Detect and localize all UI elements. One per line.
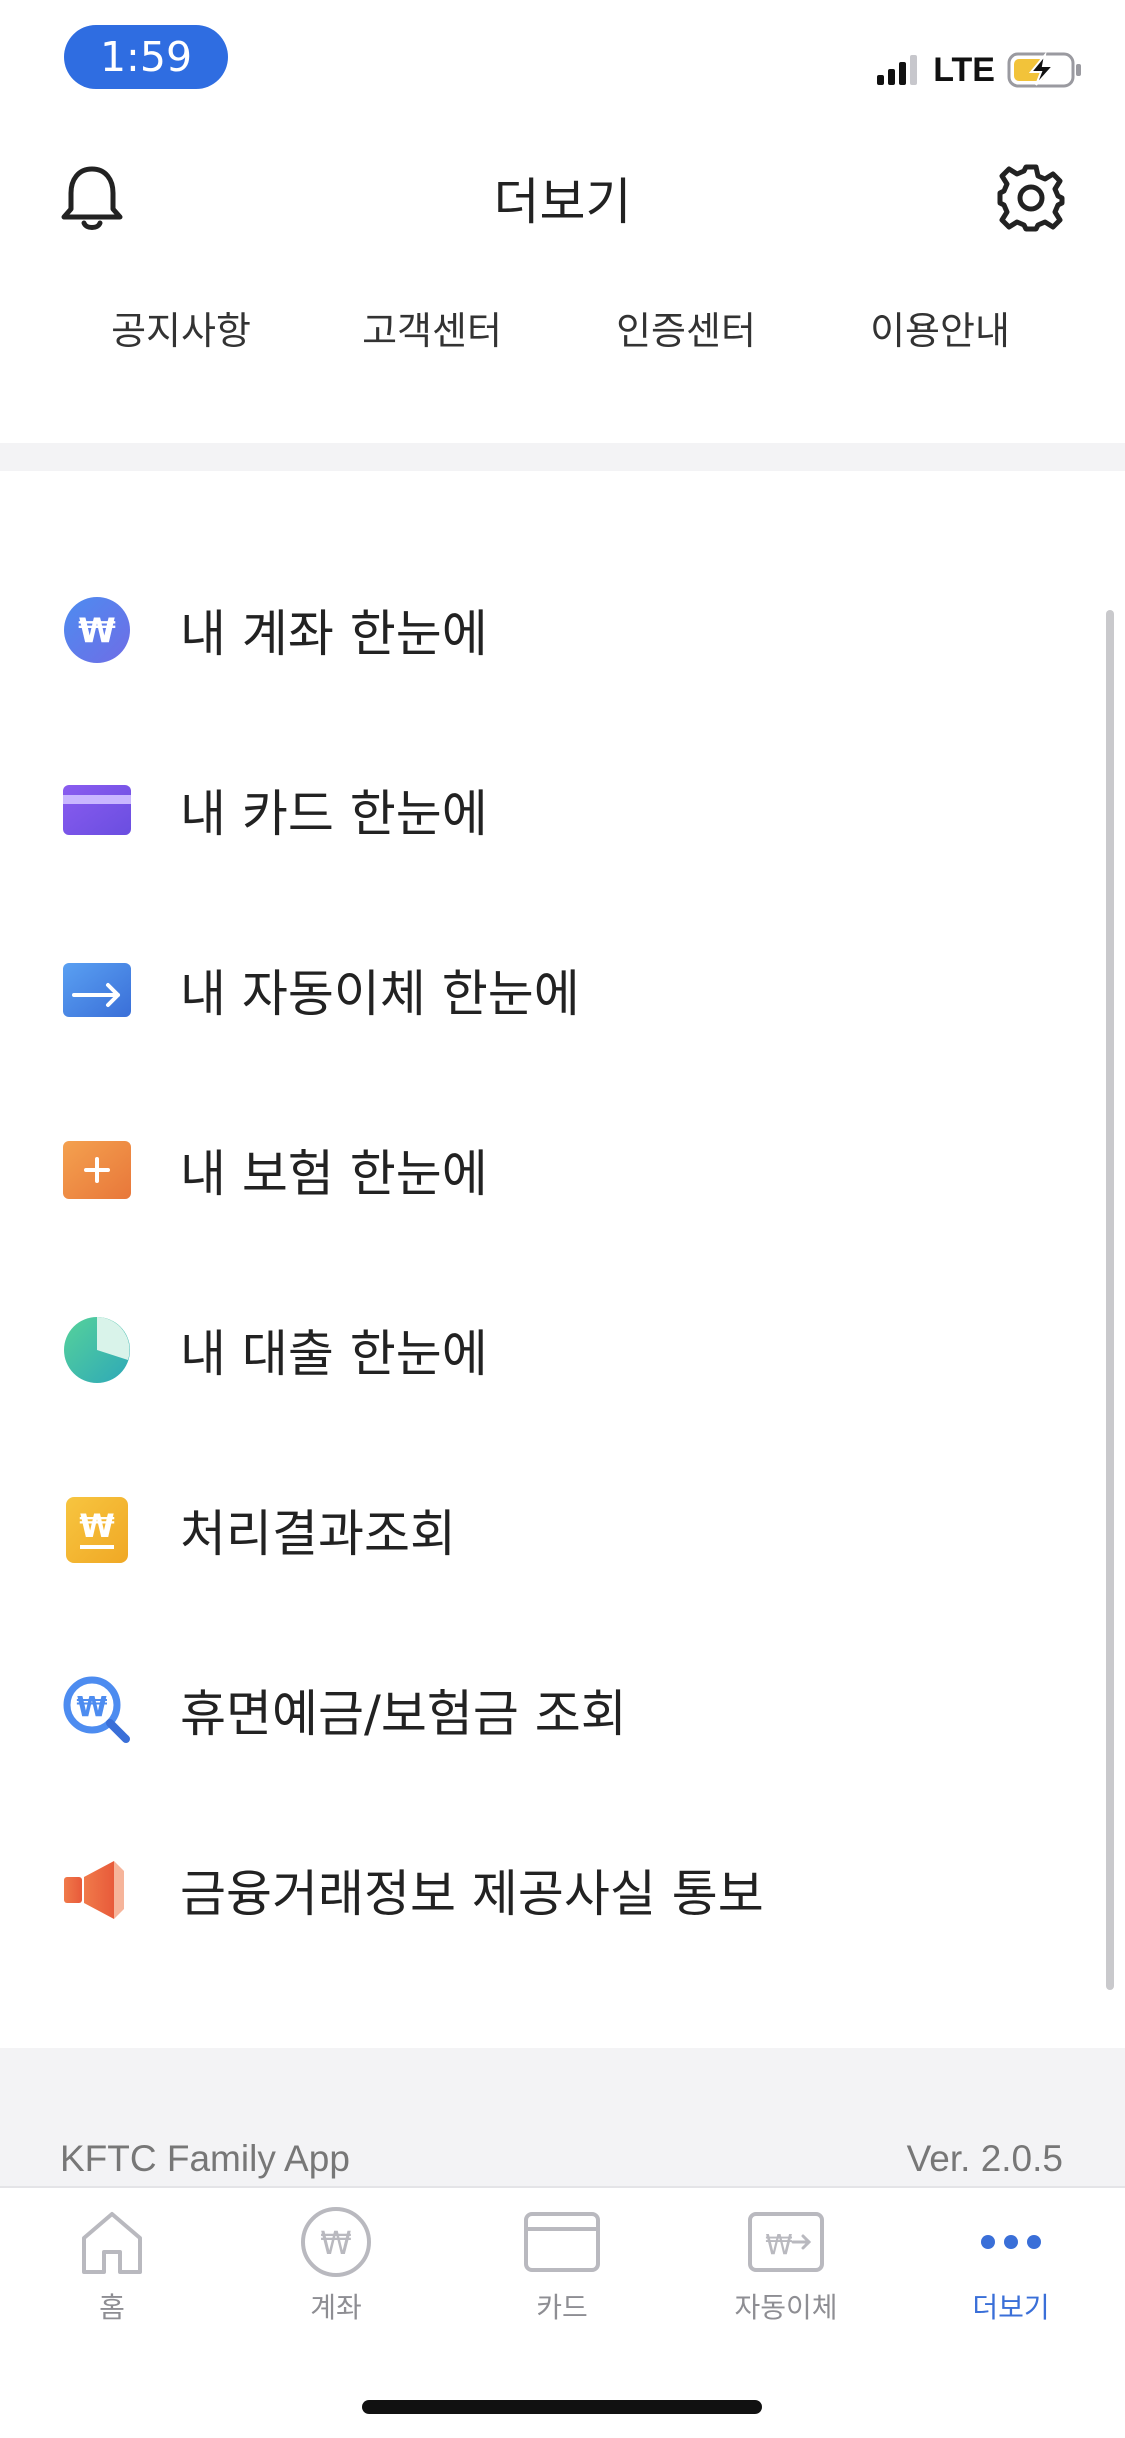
menu-label: 처리결과조회 [180,1505,456,1563]
tab-card[interactable]: 카드 [482,2202,642,2326]
status-indicators: LTE [877,46,1083,94]
tab-label: 계좌 [310,2291,362,2324]
insurance-plus-icon [63,1141,131,1199]
menu-item-process-result[interactable]: ₩ 처리결과조회 [0,1440,1105,1620]
svg-text:₩: ₩ [765,2228,793,2261]
menu-item-accounts[interactable]: ₩ 내 계좌 한눈에 [0,540,1105,720]
loan-pie-icon [64,1317,130,1383]
menu-item-loans[interactable]: 내 대출 한눈에 [0,1260,1105,1440]
footer-version: Ver. 2.0.5 [906,2138,1063,2179]
tab-label: 카드 [536,2291,588,2324]
svg-text:₩: ₩ [77,1690,108,1723]
menu-label: 금융거래정보 제공사실 통보 [180,1865,764,1923]
more-dots-icon [981,2235,1041,2249]
menu-item-auto-transfer[interactable]: 내 자동이체 한눈에 [0,900,1105,1080]
account-won-icon: ₩ [301,2207,371,2277]
tab-account[interactable]: ₩ 계좌 [256,2202,416,2326]
quick-link-notice[interactable]: 공지사항 [111,300,251,355]
quick-link-customer-center[interactable]: 고객센터 [362,300,502,355]
menu-item-dormant-deposit[interactable]: ₩ 휴면예금/보험금 조회 [0,1620,1105,1800]
tab-more[interactable]: 더보기 [931,2202,1091,2326]
tab-label: 자동이체 [734,2291,838,2324]
menu-label: 내 자동이체 한눈에 [180,965,580,1023]
megaphone-icon [64,1861,124,1919]
quick-links: 공지사항 고객센터 인증센터 이용안내 [0,300,1125,360]
battery-charging-icon [1007,51,1081,88]
won-search-icon: ₩ [63,1676,130,1743]
settings-gear-icon[interactable] [996,163,1066,233]
svg-text:₩: ₩ [320,2224,352,2262]
network-type: LTE [933,50,995,89]
tab-label: 홈 [99,2291,125,2324]
won-circle-icon: ₩ [64,597,130,663]
home-icon [82,2212,142,2274]
card-tab-icon [524,2212,600,2272]
status-time: 1:59 [64,25,228,89]
section-divider [0,443,1125,471]
scrollbar[interactable] [1106,610,1114,1990]
menu-label: 내 카드 한눈에 [180,785,488,843]
won-receipt-icon: ₩ [66,1497,128,1563]
menu-label: 내 계좌 한눈에 [180,605,488,663]
menu-label: 내 대출 한눈에 [180,1325,488,1383]
transfer-arrow-icon [63,963,131,1017]
signal-icon [877,55,918,85]
footer-app-name: KFTC Family App [60,2138,350,2179]
quick-link-guide[interactable]: 이용안내 [870,300,1010,355]
tab-auto-transfer[interactable]: ₩ 자동이체 [706,2202,866,2326]
auto-transfer-icon: ₩ [748,2212,824,2272]
menu-item-cards[interactable]: 내 카드 한눈에 [0,720,1105,900]
quick-link-cert-center[interactable]: 인증센터 [616,300,756,355]
tab-label: 더보기 [972,2291,1050,2324]
home-indicator [362,2400,762,2414]
menu-label: 휴면예금/보험금 조회 [180,1685,627,1743]
svg-text:₩: ₩ [78,611,116,651]
menu-item-info-notice[interactable]: 금융거래정보 제공사실 통보 [0,1800,1105,1980]
tab-home[interactable]: 홈 [32,2202,192,2326]
page-title: 더보기 [493,173,632,231]
menu-label: 내 보험 한눈에 [180,1145,488,1203]
svg-text:₩: ₩ [79,1507,114,1545]
card-icon [63,785,131,835]
menu-item-insurance[interactable]: 내 보험 한눈에 [0,1080,1105,1260]
